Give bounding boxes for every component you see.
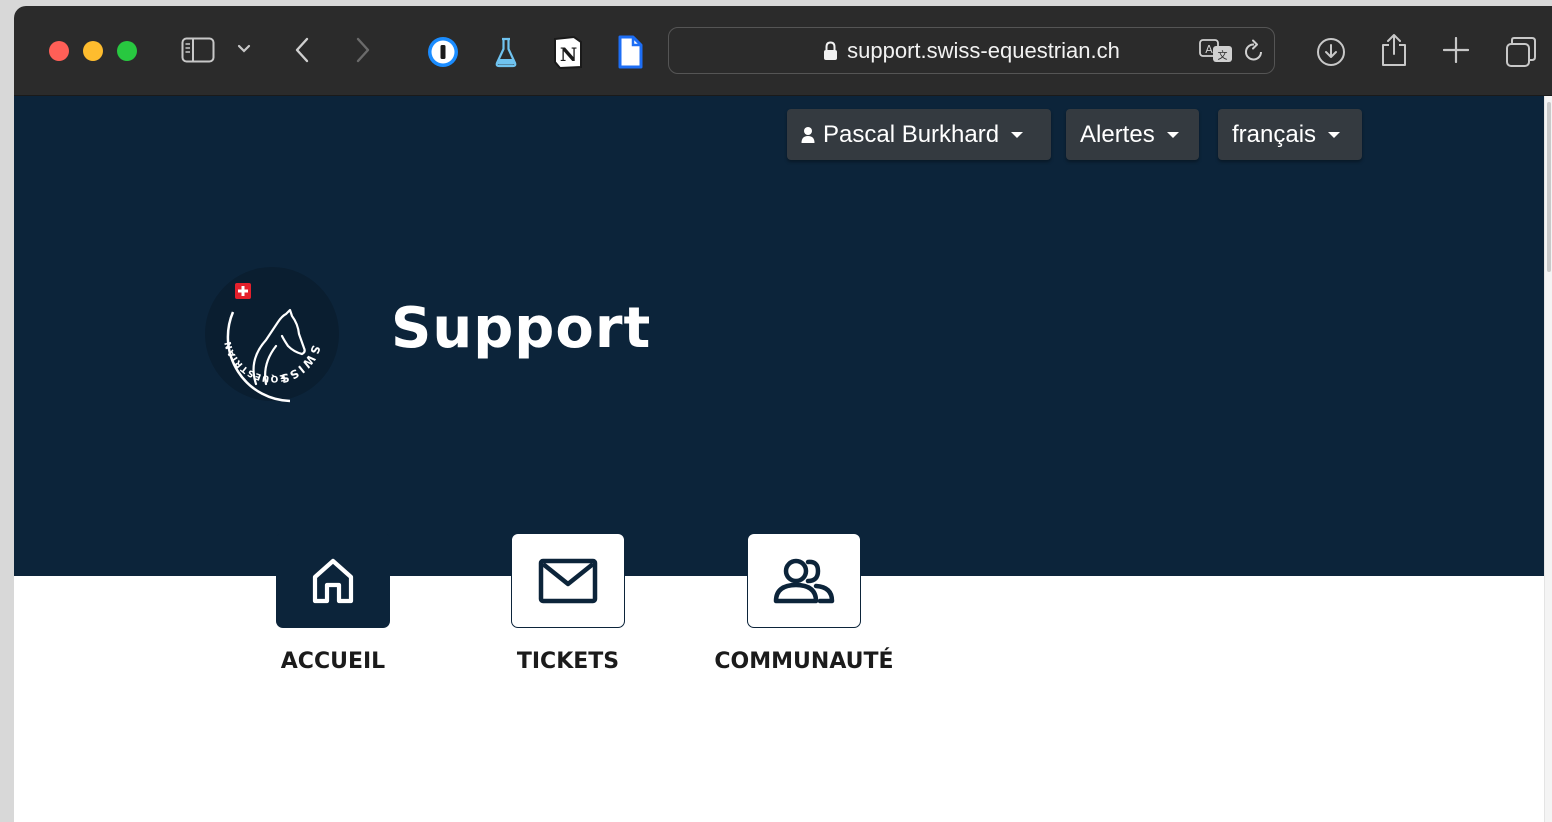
address-bar[interactable]: support.swiss-equestrian.ch A文 [668,27,1275,74]
nav-label-home: ACCUEIL [280,649,386,674]
user-icon [801,126,815,143]
tabs-overview-icon[interactable] [1505,36,1537,68]
onepassword-icon[interactable] [427,36,459,68]
caret-down-icon [1166,131,1179,138]
swiss-equestrian-logo[interactable]: SWISS EQUESTRIAN [202,264,342,404]
sidebar-toggle-icon[interactable] [181,37,215,63]
user-menu-dropdown[interactable]: Pascal Burkhard [787,109,1051,160]
close-window-button[interactable] [49,41,69,61]
caret-down-icon [1011,131,1024,138]
svg-text:N: N [560,44,577,66]
brand-title: Support [391,296,652,361]
url-text: support.swiss-equestrian.ch [847,37,1120,63]
nav-tile-community[interactable] [747,533,861,628]
nav-tile-tickets[interactable] [511,533,625,628]
hero-banner: Pascal Burkhard Alertes français SWISS E… [14,96,1544,576]
flask-icon[interactable] [494,36,518,68]
back-arrow-icon[interactable] [294,37,310,63]
language-label: français [1232,120,1317,148]
svg-text:文: 文 [1218,49,1228,62]
nav-label-tickets: TICKETS [516,649,620,674]
reload-icon[interactable] [1243,39,1265,63]
nav-item-tickets[interactable]: TICKETS [448,533,688,674]
document-icon[interactable] [617,35,643,69]
page-scrollbar[interactable] [1544,96,1552,822]
home-icon [312,558,354,603]
browser-toolbar: N support.swiss-equestrian.ch A文 [14,6,1552,96]
zoom-window-button[interactable] [117,41,137,61]
scrollbar-thumb[interactable] [1547,102,1551,272]
download-icon[interactable] [1316,37,1346,67]
nav-tile-home[interactable] [276,533,390,628]
nav-item-home[interactable]: ACCUEIL [213,533,453,674]
nav-label-community: COMMUNAUTÉ [714,649,894,674]
svg-text:A: A [1205,43,1213,56]
alerts-dropdown[interactable]: Alertes [1066,109,1199,160]
nav-item-community[interactable]: COMMUNAUTÉ [684,533,924,674]
web-page: Pascal Burkhard Alertes français SWISS E… [14,96,1544,822]
translate-icon[interactable]: A文 [1199,39,1233,63]
new-tab-icon[interactable] [1443,37,1469,63]
url-wrap: support.swiss-equestrian.ch [669,28,1274,73]
language-dropdown[interactable]: français [1218,109,1362,160]
minimize-window-button[interactable] [83,41,103,61]
notion-icon[interactable]: N [552,35,584,69]
caret-down-icon [1328,131,1341,138]
browser-window: N support.swiss-equestrian.ch A文 Pascal … [14,6,1552,822]
forward-arrow-icon[interactable] [355,37,371,63]
alerts-label: Alertes [1080,120,1155,148]
user-menu-label: Pascal Burkhard [823,120,1000,148]
envelope-icon [538,558,598,603]
chevron-down-icon[interactable] [237,44,251,54]
users-icon [773,558,835,603]
share-icon[interactable] [1380,33,1408,67]
lock-icon [824,40,838,60]
